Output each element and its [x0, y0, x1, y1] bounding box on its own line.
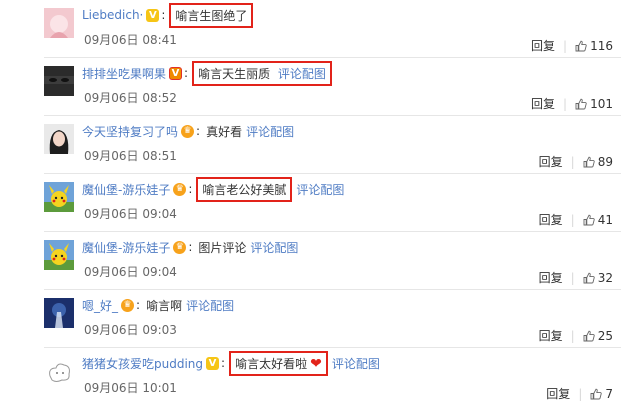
member-crown-icon: ♛: [173, 240, 187, 254]
separator: |: [570, 154, 575, 169]
member-crown-icon: ♛: [181, 124, 195, 138]
comment-text: 喻言老公好美腻: [196, 176, 293, 202]
comment-time: 09月06日 09:03: [84, 323, 177, 337]
comment-image-link[interactable]: 评论配图: [296, 181, 344, 198]
thumbs-up-icon[interactable]: [583, 156, 595, 168]
username-link[interactable]: Liebedich·: [82, 8, 143, 22]
like-count: 89: [597, 154, 613, 169]
comment-item: 猪猪女孩爱吃pudding V : 喻言太好看啦 ❤ 评论配图 09月06日 10…: [0, 348, 641, 406]
avatar[interactable]: [44, 182, 74, 212]
like-count: 32: [597, 270, 613, 285]
colon: :: [188, 240, 193, 254]
separator: |: [563, 96, 568, 111]
avatar[interactable]: [44, 240, 74, 270]
colon: :: [161, 8, 166, 22]
like-count: 101: [590, 96, 613, 111]
like-count: 116: [590, 38, 613, 53]
comment-time: 09月06日 10:01: [84, 381, 177, 395]
comment-item: 今天坚持复习了吗 ♛ : 真好看 评论配图 09月06日 08:51 回复 | …: [0, 116, 641, 174]
reply-button[interactable]: 回复: [539, 211, 563, 228]
avatar[interactable]: [44, 124, 74, 154]
reply-button[interactable]: 回复: [546, 385, 570, 402]
comment-image-link[interactable]: 评论配图: [186, 297, 234, 314]
comment-text: 喻言太好看啦: [235, 356, 308, 371]
separator: |: [563, 38, 568, 53]
comment-image-link[interactable]: 评论配图: [250, 239, 298, 256]
comment-image-link[interactable]: 评论配图: [332, 355, 380, 372]
comment-time: 09月06日 08:52: [84, 91, 177, 105]
reply-button[interactable]: 回复: [531, 37, 555, 54]
separator: |: [578, 386, 583, 401]
comment-image-link[interactable]: 评论配图: [278, 67, 326, 81]
username-link[interactable]: 猪猪女孩爱吃pudding: [82, 355, 203, 372]
thumbs-up-icon[interactable]: [575, 40, 587, 52]
thumbs-up-icon[interactable]: [583, 272, 595, 284]
comment-item: 排排坐吃果啊果 V : 喻言天生丽质 评论配图 09月06日 08:52 回复 …: [0, 58, 641, 116]
comment-item: Liebedich· V : 喻言生图绝了 09月06日 08:41 回复 | …: [0, 0, 641, 58]
comment-item: 魔仙堡-游乐娃子 ♛ : 图片评论 评论配图 09月06日 09:04 回复 |…: [0, 232, 641, 290]
username-link[interactable]: 嗯_好_: [82, 297, 118, 314]
highlight-box: 喻言太好看啦 ❤: [229, 350, 328, 376]
verified-badge-icon: V: [169, 66, 183, 80]
colon: :: [184, 66, 189, 80]
colon: :: [221, 356, 226, 370]
avatar[interactable]: [44, 8, 74, 38]
verified-badge-icon: V: [206, 356, 220, 370]
comment-text: 喻言啊: [146, 298, 183, 313]
comment-time: 09月06日 08:41: [84, 33, 177, 47]
thumbs-up-icon[interactable]: [575, 98, 587, 110]
comment-text: 图片评论: [198, 240, 247, 255]
username-link[interactable]: 魔仙堡-游乐娃子: [82, 239, 170, 256]
colon: :: [136, 298, 141, 312]
comment-text: 真好看: [206, 124, 243, 139]
comment-image-link[interactable]: 评论配图: [246, 123, 294, 140]
separator: |: [570, 270, 575, 285]
reply-button[interactable]: 回复: [539, 269, 563, 286]
separator: |: [570, 212, 575, 227]
thumbs-up-icon[interactable]: [583, 214, 595, 226]
comment-item: 嗯_好_ ♛ : 喻言啊 评论配图 09月06日 09:03 回复 | 25: [0, 290, 641, 348]
colon: :: [196, 124, 201, 138]
avatar[interactable]: [44, 356, 74, 386]
heart-emoji-icon: ❤: [310, 355, 322, 372]
username-link[interactable]: 排排坐吃果啊果: [82, 65, 166, 82]
separator: |: [570, 328, 575, 343]
like-count: 25: [597, 328, 613, 343]
thumbs-up-icon[interactable]: [590, 388, 603, 400]
like-count: 41: [597, 212, 613, 227]
reply-button[interactable]: 回复: [539, 327, 563, 344]
comment-text: 喻言生图绝了: [169, 2, 254, 28]
thumbs-up-icon[interactable]: [583, 330, 595, 342]
colon: :: [188, 182, 193, 196]
reply-button[interactable]: 回复: [531, 95, 555, 112]
reply-button[interactable]: 回复: [539, 153, 563, 170]
highlight-box: 喻言天生丽质 评论配图: [192, 60, 332, 86]
comment-item: 魔仙堡-游乐娃子 ♛ : 喻言老公好美腻 评论配图 09月06日 09:04 回…: [0, 174, 641, 232]
comment-time: 09月06日 08:51: [84, 149, 177, 163]
like-count: 7: [605, 386, 613, 401]
comment-time: 09月06日 09:04: [84, 207, 177, 221]
username-link[interactable]: 魔仙堡-游乐娃子: [82, 181, 170, 198]
comment-time: 09月06日 09:04: [84, 265, 177, 279]
member-crown-icon: ♛: [121, 298, 135, 312]
avatar[interactable]: [44, 66, 74, 96]
comment-text: 喻言天生丽质: [198, 66, 271, 81]
verified-badge-icon: V: [146, 8, 160, 22]
avatar[interactable]: [44, 298, 74, 328]
member-crown-icon: ♛: [173, 182, 187, 196]
username-link[interactable]: 今天坚持复习了吗: [82, 123, 178, 140]
